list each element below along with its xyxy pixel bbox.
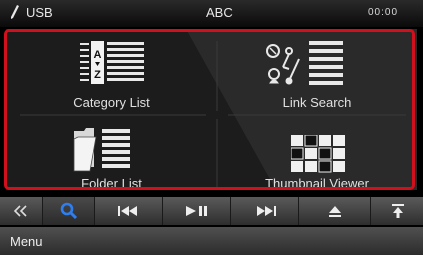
bottom-bar: Menu <box>0 227 423 255</box>
eject-button[interactable] <box>298 197 371 225</box>
search-icon <box>60 202 78 220</box>
source-label: USB <box>26 5 53 20</box>
eject-icon <box>329 205 341 217</box>
selection-highlight <box>4 29 415 190</box>
track-title: ABC <box>206 5 233 20</box>
previous-track-button[interactable] <box>94 197 163 225</box>
menu-button[interactable]: Menu <box>10 234 43 249</box>
back-button[interactable] <box>0 197 42 225</box>
next-track-button[interactable] <box>230 197 299 225</box>
search-button[interactable] <box>42 197 95 225</box>
transport-bar <box>0 197 423 225</box>
source-edit-icon <box>11 5 19 19</box>
skip-back-icon <box>118 206 137 216</box>
play-pause-button[interactable] <box>162 197 231 225</box>
arrow-up-bar-icon <box>391 204 404 218</box>
clock: 00:00 <box>368 7 399 18</box>
skip-forward-icon <box>257 206 276 216</box>
scroll-top-button[interactable] <box>370 197 423 225</box>
app-screen: USB ABC 00:00 A Z Category List Link Sea… <box>0 0 423 255</box>
play-pause-icon <box>186 206 207 216</box>
status-bar: USB ABC 00:00 <box>0 0 423 27</box>
double-chevron-left-icon <box>13 205 27 217</box>
